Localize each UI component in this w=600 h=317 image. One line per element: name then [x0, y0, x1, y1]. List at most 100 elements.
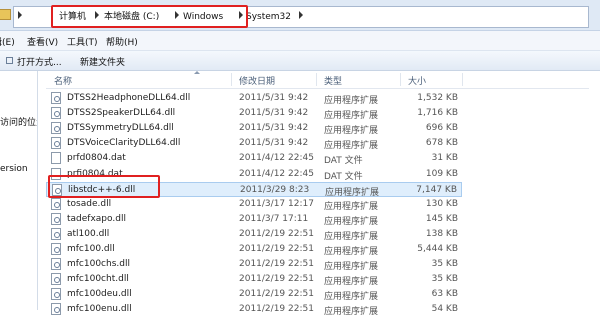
file-row[interactable]: prfd0804.dat 2011/4/12 22:45 DAT 文件 31 KB: [46, 151, 462, 166]
column-divider[interactable]: [316, 73, 317, 86]
file-type: DAT 文件: [324, 171, 363, 182]
file-type: 应用程序扩展: [324, 201, 379, 212]
chevron-right-icon[interactable]: [299, 11, 303, 19]
dll-file-icon: [51, 137, 61, 150]
address-highlight-box: [51, 5, 248, 28]
file-row[interactable]: mfc100chs.dll 2011/2/19 22:51 应用程序扩展 35 KB: [46, 257, 462, 272]
file-type: 应用程序扩展: [324, 96, 379, 106]
file-name: mfc100.dll: [67, 244, 115, 254]
column-type[interactable]: 类型: [324, 74, 342, 87]
file-name: DTSVoiceClarityDLL64.dll: [67, 138, 181, 149]
file-name: mfc100cht.dll: [67, 274, 129, 285]
file-type: 应用程序扩展: [324, 231, 379, 242]
breadcrumb-system32[interactable]: System32: [246, 11, 291, 23]
file-modified-date: 2011/5/31 9:42: [239, 108, 309, 119]
column-divider[interactable]: [462, 73, 463, 86]
file-name: tadefxapo.dll: [67, 213, 126, 224]
nav-item-recent-places[interactable]: 访问的位置: [0, 115, 37, 128]
file-type: 应用程序扩展: [324, 277, 379, 288]
column-divider[interactable]: [231, 73, 232, 86]
navigation-pane: 访问的位置 ersion: [0, 71, 38, 310]
file-name: mfc100enu.dll: [67, 304, 132, 315]
file-size: 35 KB: [431, 259, 458, 270]
vertical-scrollbar[interactable]: [589, 71, 600, 310]
file-row[interactable]: mfc100.dll 2011/2/19 22:51 应用程序扩展 5,444 KB: [46, 242, 462, 257]
file-row[interactable]: mfc100deu.dll 2011/2/19 22:51 应用程序扩展 63 KB: [46, 287, 462, 302]
file-size: 35 KB: [431, 274, 458, 285]
column-headers: 名称 修改日期 类型 大小: [46, 71, 600, 89]
dll-file-icon: [51, 303, 61, 316]
file-type: 应用程序扩展: [325, 187, 380, 198]
file-size: 1,532 KB: [417, 93, 458, 103]
file-modified-date: 2011/2/19 22:51: [239, 259, 314, 270]
nav-item-version[interactable]: ersion: [0, 164, 28, 174]
dll-file-icon: [51, 212, 61, 225]
open-with-button[interactable]: 打开方式...: [17, 55, 62, 68]
file-size: 5,444 KB: [417, 244, 458, 254]
file-modified-date: 2011/2/19 22:51: [239, 289, 314, 300]
file-row[interactable]: DTSSymmetryDLL64.dll 2011/5/31 9:42 应用程序扩展…: [46, 121, 462, 136]
file-modified-date: 2011/4/12 22:45: [239, 153, 314, 164]
menu-tools[interactable]: 工具(T): [67, 35, 98, 48]
file-row[interactable]: mfc100cht.dll 2011/2/19 22:51 应用程序扩展 35 KB: [46, 272, 462, 287]
menu-bar: 编辑(E) 查看(V) 工具(T) 帮助(H): [0, 31, 600, 51]
file-name: atl100.dll: [67, 228, 110, 239]
file-size: 130 KB: [425, 198, 458, 209]
file-size: 138 KB: [425, 228, 458, 239]
dll-file-icon: [51, 107, 61, 120]
file-row[interactable]: DTSS2HeadphoneDLL64.dll 2011/5/31 9:42 应用程…: [46, 91, 462, 106]
file-type: 应用程序扩展: [324, 292, 379, 303]
dll-file-icon: [51, 227, 61, 240]
file-size: 145 KB: [425, 213, 458, 224]
dll-file-icon: [51, 122, 61, 135]
column-date[interactable]: 修改日期: [239, 74, 275, 87]
dat-file-icon: [51, 152, 61, 165]
file-size: 696 KB: [425, 123, 458, 134]
file-row[interactable]: tadefxapo.dll 2011/3/7 17:11 应用程序扩展 145 KB: [46, 212, 462, 227]
chevron-right-icon[interactable]: [18, 11, 22, 19]
file-name: mfc100chs.dll: [67, 259, 130, 270]
dll-file-icon: [51, 273, 61, 286]
column-name[interactable]: 名称: [54, 74, 72, 87]
file-modified-date: 2011/2/19 22:51: [239, 228, 314, 239]
file-modified-date: 2011/2/19 22:51: [239, 274, 314, 285]
file-modified-date: 2011/3/17 12:17: [239, 198, 314, 209]
new-folder-button[interactable]: 新建文件夹: [80, 55, 125, 68]
column-size[interactable]: 大小: [408, 74, 426, 87]
file-modified-date: 2011/5/31 9:42: [239, 138, 309, 149]
file-size: 31 KB: [431, 153, 458, 164]
file-row[interactable]: DTSVoiceClarityDLL64.dll 2011/5/31 9:42 应用…: [46, 136, 462, 151]
file-size: 1,716 KB: [417, 108, 458, 119]
file-size: 109 KB: [425, 168, 458, 179]
file-modified-date: 2011/4/12 22:45: [239, 168, 314, 179]
file-name: DTSSymmetryDLL64.dll: [67, 123, 174, 134]
sort-arrow-icon: [194, 71, 200, 74]
dll-file-icon: [51, 258, 61, 271]
file-type: 应用程序扩展: [324, 262, 379, 273]
dll-file-icon: [51, 197, 61, 210]
menu-edit[interactable]: 编辑(E): [0, 35, 15, 48]
dll-file-icon: [51, 243, 61, 255]
file-type: 应用程序扩展: [324, 111, 379, 122]
file-name: tosade.dll: [67, 198, 112, 209]
file-size: 678 KB: [425, 138, 458, 149]
open-with-icon: [6, 57, 13, 64]
menu-view[interactable]: 查看(V): [27, 35, 58, 48]
column-divider[interactable]: [400, 73, 401, 86]
file-modified-date: 2011/3/29 8:23: [240, 184, 310, 195]
file-modified-date: 2011/2/19 22:51: [239, 304, 314, 315]
file-type: DAT 文件: [324, 156, 363, 167]
file-size: 63 KB: [431, 289, 458, 300]
dll-file-icon: [51, 92, 61, 104]
file-size: 54 KB: [431, 304, 458, 315]
folder-icon: [0, 9, 11, 20]
file-row[interactable]: tosade.dll 2011/3/17 12:17 应用程序扩展 130 KB: [46, 197, 462, 212]
command-toolbar: 打开方式... 新建文件夹: [0, 51, 600, 71]
file-type: 应用程序扩展: [324, 216, 379, 227]
file-row[interactable]: atl100.dll 2011/2/19 22:51 应用程序扩展 138 KB: [46, 227, 462, 242]
file-name: DTSS2SpeakerDLL64.dll: [67, 108, 176, 119]
file-name: prfd0804.dat: [67, 153, 126, 164]
menu-help[interactable]: 帮助(H): [106, 35, 138, 48]
file-row[interactable]: DTSS2SpeakerDLL64.dll 2011/5/31 9:42 应用程序扩…: [46, 106, 462, 121]
file-modified-date: 2011/5/31 9:42: [239, 93, 309, 103]
